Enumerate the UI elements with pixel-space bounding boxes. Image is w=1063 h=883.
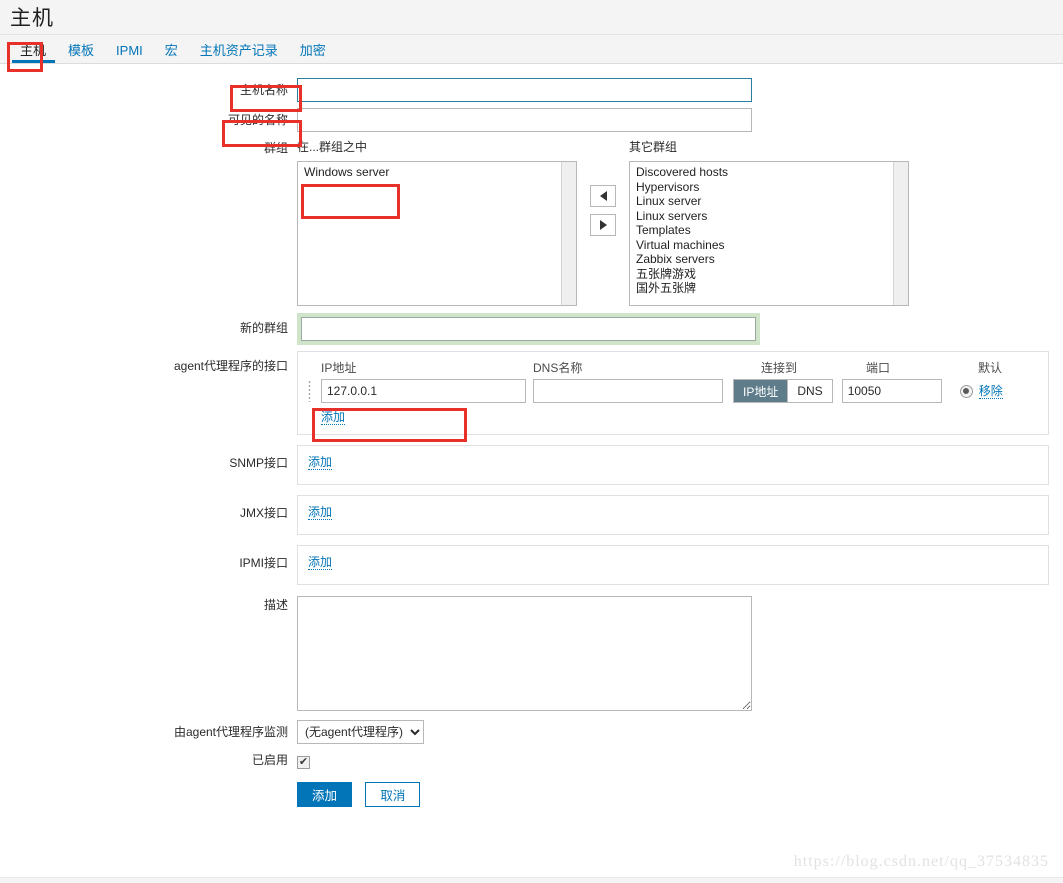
host-name-input[interactable] xyxy=(297,78,752,102)
host-name-label: 主机名称 xyxy=(0,78,297,102)
ipmi-interfaces-label: IPMI接口 xyxy=(0,545,297,581)
agent-interfaces-header: IP地址 DNS名称 连接到 端口 默认 xyxy=(308,359,1038,376)
new-group-highlight xyxy=(297,313,760,345)
monitored-by-proxy-select[interactable]: (无agent代理程序) xyxy=(297,720,424,744)
connect-to-option-ip[interactable]: IP地址 xyxy=(734,380,787,402)
tab-host-inventory[interactable]: 主机资产记录 xyxy=(189,44,289,63)
list-item[interactable]: Zabbix servers xyxy=(630,252,908,267)
add-agent-interface-link[interactable]: 添加 xyxy=(321,410,345,425)
connect-to-toggle: IP地址 DNS xyxy=(733,379,833,403)
remove-interface-link[interactable]: 移除 xyxy=(979,384,1003,399)
list-item[interactable]: Templates xyxy=(630,223,908,238)
row-enabled: 已启用 xyxy=(0,750,1063,770)
interface-ip-input[interactable] xyxy=(321,379,526,403)
tab-encryption[interactable]: 加密 xyxy=(289,44,337,63)
monitored-by-proxy-label: 由agent代理程序监测 xyxy=(0,720,297,744)
enabled-checkbox[interactable] xyxy=(297,756,310,769)
jmx-interfaces-box: 添加 xyxy=(297,495,1049,535)
visible-name-label: 可见的名称 xyxy=(0,108,297,132)
watermark: https://blog.csdn.net/qq_37534835 xyxy=(794,853,1049,871)
other-groups-scrollbar[interactable] xyxy=(893,162,908,305)
interface-dns-input[interactable] xyxy=(533,379,723,403)
snmp-interfaces-box: 添加 xyxy=(297,445,1049,485)
new-group-input[interactable] xyxy=(301,317,756,341)
column-header-port: 端口 xyxy=(866,359,978,376)
new-group-label: 新的群组 xyxy=(0,313,297,343)
move-left-button[interactable] xyxy=(590,185,616,207)
triangle-right-icon xyxy=(600,220,607,230)
row-host-name: 主机名称 xyxy=(0,78,1063,102)
add-snmp-interface-link[interactable]: 添加 xyxy=(308,455,332,470)
in-groups-listbox[interactable]: Windows server xyxy=(297,161,577,306)
tab-ipmi[interactable]: IPMI xyxy=(105,44,154,63)
tab-templates[interactable]: 模板 xyxy=(57,44,105,63)
column-header-connect-to: 连接到 xyxy=(761,359,866,376)
list-item[interactable]: Hypervisors xyxy=(630,180,908,195)
bottom-strip xyxy=(0,877,1063,883)
row-description: 描述 xyxy=(0,596,1063,714)
drag-handle-icon[interactable] xyxy=(308,380,321,402)
enabled-label: 已启用 xyxy=(0,750,297,770)
add-jmx-interface-link[interactable]: 添加 xyxy=(308,505,332,520)
description-label: 描述 xyxy=(0,596,297,614)
groups-label: 群组 xyxy=(0,140,297,156)
column-header-default: 默认 xyxy=(978,359,1038,376)
group-transfer-controls xyxy=(577,140,629,236)
cancel-button[interactable]: 取消 xyxy=(365,782,420,807)
column-header-ip: IP地址 xyxy=(321,359,533,376)
column-header-dns: DNS名称 xyxy=(533,359,761,376)
default-interface-cell: 移除 xyxy=(960,384,1003,399)
in-groups-header: 在...群组之中 xyxy=(297,140,577,156)
ipmi-interfaces-box: 添加 xyxy=(297,545,1049,585)
list-item[interactable]: Discovered hosts xyxy=(630,165,908,180)
agent-interfaces-box: IP地址 DNS名称 连接到 端口 默认 IP地址 DNS xyxy=(297,351,1049,435)
row-new-group: 新的群组 xyxy=(0,313,1063,345)
list-item[interactable]: 国外五张牌 xyxy=(630,281,908,296)
default-interface-radio[interactable] xyxy=(960,385,973,398)
row-agent-interfaces: agent代理程序的接口 IP地址 DNS名称 连接到 端口 默认 IP地址 D… xyxy=(0,351,1063,435)
in-groups-column: 在...群组之中 Windows server xyxy=(297,140,577,306)
description-textarea[interactable] xyxy=(297,596,752,711)
list-item[interactable]: 五张牌游戏 xyxy=(630,267,908,282)
other-groups-header: 其它群组 xyxy=(629,140,909,156)
triangle-left-icon xyxy=(600,191,607,201)
row-snmp-interfaces: SNMP接口 添加 xyxy=(0,445,1063,485)
list-item[interactable]: Windows server xyxy=(298,165,576,180)
jmx-interfaces-label: JMX接口 xyxy=(0,495,297,531)
host-config-form: 主机名称 可见的名称 群组 在...群组之中 Windows server xyxy=(0,64,1063,807)
visible-name-input[interactable] xyxy=(297,108,752,132)
row-actions: 添加 取消 xyxy=(0,782,1063,807)
table-row: IP地址 DNS 移除 xyxy=(308,379,1038,403)
in-groups-scrollbar[interactable] xyxy=(561,162,576,305)
page-title: 主机 xyxy=(10,4,1063,34)
row-ipmi-interfaces: IPMI接口 添加 xyxy=(0,545,1063,585)
row-groups: 群组 在...群组之中 Windows server xyxy=(0,140,1063,306)
agent-interfaces-label: agent代理程序的接口 xyxy=(0,351,297,381)
row-monitored-by-proxy: 由agent代理程序监测 (无agent代理程序) xyxy=(0,720,1063,744)
row-jmx-interfaces: JMX接口 添加 xyxy=(0,495,1063,535)
tab-bar: 主机 模板 IPMI 宏 主机资产记录 加密 xyxy=(0,34,1063,64)
move-right-button[interactable] xyxy=(590,214,616,236)
interface-port-input[interactable] xyxy=(842,379,942,403)
tab-host[interactable]: 主机 xyxy=(10,44,57,63)
list-item[interactable]: Linux server xyxy=(630,194,908,209)
page-header: 主机 xyxy=(0,0,1063,34)
list-item[interactable]: Virtual machines xyxy=(630,238,908,253)
add-ipmi-interface-link[interactable]: 添加 xyxy=(308,555,332,570)
connect-to-option-dns[interactable]: DNS xyxy=(787,380,831,402)
other-groups-column: 其它群组 Discovered hosts Hypervisors Linux … xyxy=(629,140,909,306)
tab-macros[interactable]: 宏 xyxy=(154,44,189,63)
row-visible-name: 可见的名称 xyxy=(0,108,1063,132)
list-item[interactable]: Linux servers xyxy=(630,209,908,224)
add-button[interactable]: 添加 xyxy=(297,782,352,807)
snmp-interfaces-label: SNMP接口 xyxy=(0,445,297,481)
other-groups-listbox[interactable]: Discovered hosts Hypervisors Linux serve… xyxy=(629,161,909,306)
